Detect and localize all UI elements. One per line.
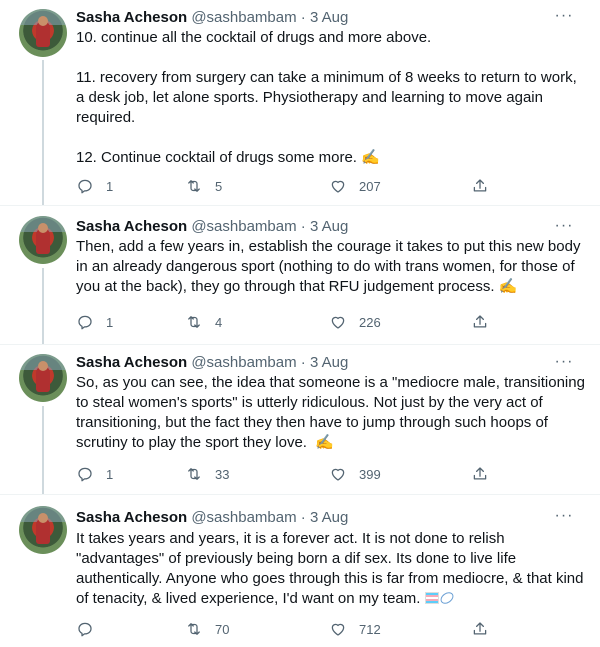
retweet-count: 4 — [215, 314, 223, 330]
like-icon — [331, 468, 345, 481]
share-button[interactable] — [471, 619, 489, 639]
author-name[interactable]: Sasha Acheson — [76, 509, 187, 526]
tweet-header: Sasha Acheson @sashbambam · 3 Aug — [76, 217, 348, 237]
separator-dot: · — [300, 218, 306, 235]
avatar[interactable] — [19, 9, 67, 57]
tweet-date[interactable]: 3 Aug — [310, 9, 348, 26]
like-count: 207 — [359, 178, 381, 194]
tweet-header: Sasha Acheson @sashbambam · 3 Aug — [76, 508, 348, 528]
tweet-text-content: It takes years and years, it is a foreve… — [76, 530, 588, 607]
tweet-text: 10. continue all the cocktail of drugs a… — [76, 28, 586, 168]
like-button[interactable]: 226 — [329, 312, 381, 332]
author-handle[interactable]: @sashbambam — [191, 9, 296, 26]
retweet-button[interactable]: 70 — [185, 619, 229, 639]
tweet[interactable]: Sasha Acheson @sashbambam · 3 Aug ··· So… — [0, 345, 600, 494]
retweet-count: 33 — [215, 466, 230, 482]
author-name[interactable]: Sasha Acheson — [76, 354, 187, 371]
like-count: 399 — [359, 466, 381, 482]
more-icon[interactable]: ··· — [553, 216, 575, 236]
separator-dot: · — [300, 354, 306, 371]
like-button[interactable]: 712 — [329, 619, 381, 639]
like-icon — [331, 623, 345, 636]
tweet-thread: Sasha Acheson @sashbambam · 3 Aug ··· 10… — [0, 0, 600, 647]
reply-count: 1 — [106, 466, 114, 482]
action-bar: 70 712 — [76, 619, 496, 639]
tweet-text: It takes years and years, it is a foreve… — [76, 529, 586, 609]
tweet[interactable]: Sasha Acheson @sashbambam · 3 Aug ··· Th… — [0, 206, 600, 344]
separator-dot: · — [300, 509, 306, 526]
retweet-button[interactable]: 33 — [185, 464, 229, 484]
tweet-date[interactable]: 3 Aug — [310, 218, 348, 235]
reply-icon — [78, 315, 92, 330]
retweet-icon — [188, 468, 200, 480]
tweet-header: Sasha Acheson @sashbambam · 3 Aug — [76, 8, 348, 28]
share-icon — [473, 467, 487, 480]
share-icon — [473, 622, 487, 635]
retweet-icon — [188, 316, 200, 328]
action-bar: 1 5 207 — [76, 176, 496, 196]
writing-hand-icon: ✍ — [315, 434, 334, 451]
action-bar: 1 33 399 — [76, 464, 496, 484]
thread-connector — [42, 268, 44, 344]
thread-connector — [42, 60, 44, 205]
avatar[interactable] — [19, 506, 67, 554]
tweet-date[interactable]: 3 Aug — [310, 509, 348, 526]
reply-count: 1 — [106, 314, 114, 330]
author-name[interactable]: Sasha Acheson — [76, 9, 187, 26]
avatar[interactable] — [19, 354, 67, 402]
reply-icon — [78, 622, 92, 637]
author-handle[interactable]: @sashbambam — [191, 509, 296, 526]
tweet-text: So, as you can see, the idea that someon… — [76, 373, 586, 453]
more-icon[interactable]: ··· — [553, 6, 575, 26]
share-icon — [473, 315, 487, 328]
reply-icon — [78, 467, 92, 482]
reply-count: 1 — [106, 178, 114, 194]
tweet-text-content: 10. continue all the cocktail of drugs a… — [76, 29, 577, 166]
tweet-header: Sasha Acheson @sashbambam · 3 Aug — [76, 353, 348, 373]
rugby-ball-icon — [437, 589, 456, 607]
tweet[interactable]: Sasha Acheson @sashbambam · 3 Aug ··· 10… — [0, 0, 600, 205]
share-button[interactable] — [471, 176, 489, 196]
like-button[interactable]: 207 — [329, 176, 381, 196]
writing-hand-icon: ✍ — [498, 278, 518, 295]
share-button[interactable] — [471, 464, 489, 484]
reply-button[interactable]: 1 — [76, 176, 113, 196]
writing-hand-icon: ✍ — [361, 149, 380, 166]
retweet-button[interactable]: 5 — [185, 176, 222, 196]
action-bar: 1 4 226 — [76, 312, 496, 332]
reply-icon — [78, 179, 92, 194]
author-handle[interactable]: @sashbambam — [191, 354, 296, 371]
avatar[interactable] — [19, 216, 67, 264]
share-icon — [473, 179, 487, 192]
tweet[interactable]: Sasha Acheson @sashbambam · 3 Aug ··· It… — [0, 495, 600, 647]
more-icon[interactable]: ··· — [553, 506, 575, 526]
retweet-count: 5 — [215, 178, 223, 194]
like-count: 226 — [359, 314, 381, 330]
separator-dot: · — [300, 9, 306, 26]
like-icon — [331, 180, 345, 193]
tweet-text: Then, add a few years in, establish the … — [76, 237, 586, 297]
like-count: 712 — [359, 621, 381, 637]
retweet-icon — [188, 623, 200, 635]
retweet-button[interactable]: 4 — [185, 312, 222, 332]
reply-button[interactable]: 1 — [76, 312, 113, 332]
reply-button[interactable] — [76, 619, 106, 639]
retweet-icon — [188, 180, 200, 192]
thread-connector — [42, 406, 44, 494]
retweet-count: 70 — [215, 621, 230, 637]
tweet-date[interactable]: 3 Aug — [310, 354, 348, 371]
more-icon[interactable]: ··· — [553, 352, 575, 372]
author-name[interactable]: Sasha Acheson — [76, 218, 187, 235]
like-icon — [331, 316, 345, 329]
share-button[interactable] — [471, 312, 489, 332]
transgender-flag-icon — [424, 592, 439, 604]
reply-button[interactable]: 1 — [76, 464, 113, 484]
like-button[interactable]: 399 — [329, 464, 381, 484]
author-handle[interactable]: @sashbambam — [191, 218, 296, 235]
